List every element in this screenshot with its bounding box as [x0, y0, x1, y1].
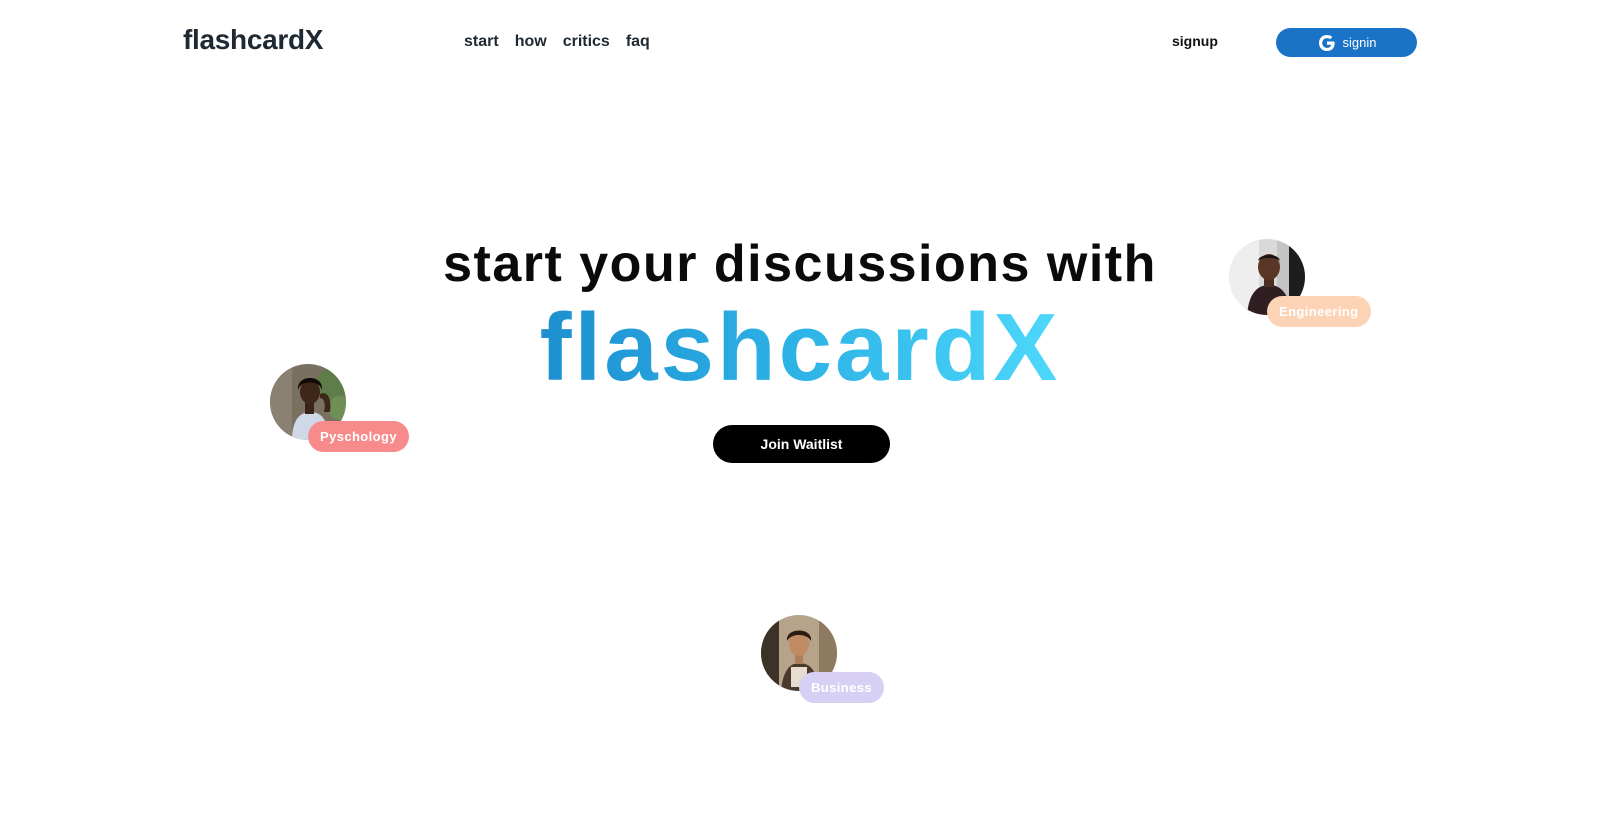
signup-link[interactable]: signup	[1172, 33, 1218, 49]
hero-headline: start your discussions with	[443, 235, 1157, 293]
nav-start[interactable]: start	[464, 33, 499, 51]
persona-tag-business: Business	[799, 672, 885, 703]
nav-critics[interactable]: critics	[563, 33, 610, 51]
persona-tag-engineering: Engineering	[1267, 296, 1371, 327]
google-icon	[1317, 33, 1337, 53]
site-logo[interactable]: flashcardX	[183, 24, 323, 56]
google-signin-button[interactable]: signin	[1276, 28, 1417, 57]
hero-brand-text: flashcardX	[539, 294, 1061, 401]
signin-label: signin	[1342, 35, 1377, 50]
persona-tag-psychology: Pyschology	[308, 421, 409, 452]
join-waitlist-button[interactable]: Join Waitlist	[713, 425, 890, 463]
nav-how[interactable]: how	[515, 33, 547, 51]
nav-faq[interactable]: faq	[626, 33, 650, 51]
landing-page: flashcardX start how critics faq signup …	[0, 0, 1600, 834]
main-nav: start how critics faq	[464, 33, 650, 51]
